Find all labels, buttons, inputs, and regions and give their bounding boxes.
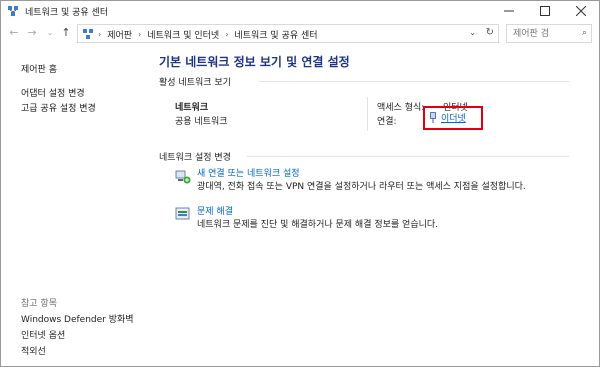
new-connection-icon (175, 170, 191, 184)
search-input[interactable] (513, 26, 583, 42)
sidebar-item-control-panel-home[interactable]: 제어판 홈 (21, 62, 57, 75)
breadcrumb: › 제어판 › 네트워크 및 인터넷 › 네트워크 및 공유 센터 (98, 28, 318, 41)
sidebar: 제어판 홈 어댑터 설정 변경 고급 공유 설정 변경 참고 항목 Window… (1, 46, 141, 366)
troubleshoot-icon (175, 207, 190, 220)
maximize-icon (540, 6, 550, 16)
active-networks-heading: 활성 네트워크 보기 (159, 78, 231, 88)
control-panel-icon (83, 29, 93, 39)
chevron-down-icon[interactable]: ⌄ (469, 28, 476, 37)
vertical-divider (367, 97, 368, 131)
minimize-icon (504, 10, 514, 12)
window-title: 네트워크 및 공유 센터 (25, 8, 109, 18)
network-name: 네트워크 (175, 103, 209, 113)
change-network-settings-heading: 네트워크 설정 변경 (159, 153, 231, 163)
close-icon (576, 6, 586, 16)
chevron-right-icon: › (138, 30, 142, 39)
highlight-box (423, 106, 483, 130)
breadcrumb-control-panel[interactable]: 제어판 (107, 28, 132, 41)
back-arrow-icon[interactable]: ← (7, 26, 21, 40)
forward-arrow-icon[interactable]: → (25, 26, 39, 40)
chevron-right-icon: › (98, 30, 102, 39)
troubleshoot-link[interactable]: 문제 해결 (197, 204, 233, 217)
refresh-icon[interactable]: ↻ (486, 27, 494, 38)
page-title: 기본 네트워크 정보 보기 및 연결 설정 (159, 55, 350, 69)
navigation-bar: ← → ⌄ ↑ › 제어판 › 네트워크 및 인터넷 › 네트워크 및 공유 센… (1, 23, 599, 45)
setup-new-connection-description: 광대역, 전화 접속 또는 VPN 연결을 설정하거나 라우터 또는 액세스 지… (197, 182, 526, 192)
search-icon[interactable]: ⌕ (582, 28, 587, 38)
maximize-button[interactable] (527, 1, 563, 21)
sidebar-item-defender-firewall[interactable]: Windows Defender 방화벽 (21, 312, 134, 325)
troubleshoot-description: 네트워크 문제를 진단 및 해결하거나 문제 해결 정보를 얻습니다. (197, 220, 439, 230)
setup-new-connection-link[interactable]: 새 연결 또는 네트워크 설정 (197, 166, 300, 179)
up-arrow-icon[interactable]: ↑ (59, 26, 73, 40)
sidebar-item-advanced-sharing-settings[interactable]: 고급 공유 설정 변경 (21, 101, 96, 114)
see-also-heading: 참고 항목 (21, 299, 57, 309)
main-content: 기본 네트워크 정보 보기 및 연결 설정 활성 네트워크 보기 네트워크 공용… (159, 46, 599, 366)
section-divider (259, 81, 569, 82)
connections-label: 연결: (377, 117, 397, 127)
title-bar: 네트워크 및 공유 센터 (1, 1, 599, 21)
sidebar-item-internet-options[interactable]: 인터넷 옵션 (21, 328, 65, 341)
minimize-button[interactable] (491, 1, 527, 21)
breadcrumb-network-sharing-center[interactable]: 네트워크 및 공유 센터 (234, 28, 317, 41)
network-type: 공용 네트워크 (175, 117, 228, 127)
section-divider (247, 156, 569, 157)
close-button[interactable] (563, 1, 599, 21)
access-type-label: 액세스 형식: (377, 103, 425, 113)
search-box[interactable]: ⌕ (506, 24, 592, 43)
sidebar-item-change-adapter-settings[interactable]: 어댑터 설정 변경 (21, 86, 85, 99)
sidebar-item-infrared[interactable]: 적외선 (21, 344, 46, 357)
recent-locations-icon[interactable]: ⌄ (43, 26, 57, 40)
window: 네트워크 및 공유 센터 ← → ⌄ ↑ › 제어판 › 네트워크 및 인터넷 … (0, 0, 600, 367)
breadcrumb-network-internet[interactable]: 네트워크 및 인터넷 (147, 28, 219, 41)
address-bar[interactable]: › 제어판 › 네트워크 및 인터넷 › 네트워크 및 공유 센터 ⌄ ↻ (77, 24, 499, 43)
network-center-icon (8, 6, 18, 16)
chevron-right-icon: › (225, 30, 229, 39)
